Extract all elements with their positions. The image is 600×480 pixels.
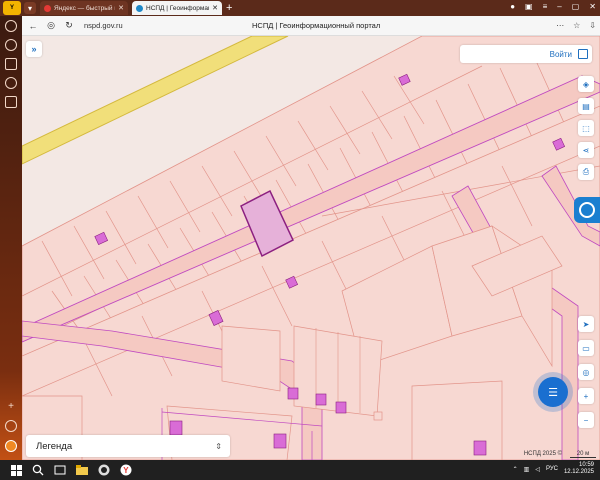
login-label: Войти [549,49,572,59]
app-c-icon[interactable] [98,464,110,476]
alice-icon[interactable] [5,39,17,51]
avatar[interactable] [5,440,17,452]
tab-nspd[interactable]: НСПД | Геоинформационный ✕ [132,1,222,15]
legend-dropdown[interactable]: Легенда ⇕ [26,435,230,457]
map-tools-top: ◈ ▤ ⬚ ⋖ ⎙ [578,76,594,180]
media-icon[interactable] [5,58,17,70]
clock[interactable]: 10:59 12.12.2025 [564,462,594,476]
menu-icon[interactable]: ≡ [543,2,548,11]
svg-text:Y: Y [123,466,129,475]
url-field[interactable]: nspd.gov.ru [84,21,123,30]
cadastral-map[interactable] [22,36,600,460]
clock-date: 12.12.2025 [563,469,594,475]
nspd-favicon-icon [136,4,143,12]
page-title: НСПД | Геоинформационный портал [252,21,381,30]
share-icon[interactable]: ⋖ [578,142,594,158]
address-bar-actions: ⋯ ☆ ⇩ [556,21,596,30]
address-bar: ← ◎ ↻ nspd.gov.ru НСПД | Геоинформационн… [22,16,600,36]
maximize-icon[interactable]: ▢ [572,2,580,11]
chat-fab-button[interactable]: ☰ [538,377,568,407]
zen-icon[interactable] [5,96,17,108]
system-tray: ⌃ ▥ ◁ РУС 10:59 12.12.2025 [513,462,594,476]
windows-taskbar: Y ⌃ ▥ ◁ РУС 10:59 12.12.2025 [0,460,600,480]
messenger-icon[interactable] [5,77,17,89]
downloads-icon[interactable]: ⇩ [589,21,596,30]
more-icon[interactable]: ⋯ [556,21,564,30]
browser-tab-strip: Y ▾ Яндекс — быстрый поиск ✕ НСПД | Геои… [0,0,600,16]
task-view-icon[interactable] [54,464,66,476]
copyright-text: НСПД 2025 © [523,451,562,457]
network-icon[interactable]: ▥ [524,466,530,473]
tray-chevron-icon[interactable]: ⌃ [513,466,518,473]
bookmark-icon[interactable]: ☆ [573,21,580,30]
close-window-icon[interactable]: ✕ [589,2,596,11]
yandex-logo[interactable]: Y [3,1,21,15]
add-icon[interactable]: + [8,401,14,412]
settings-icon[interactable] [5,420,17,432]
volume-icon[interactable]: ◁ [535,466,540,473]
site-info-icon[interactable]: ◎ [44,19,58,33]
clock-time: 10:59 [578,462,594,468]
select-area-icon[interactable]: ⬚ [578,120,594,136]
tab-menu-button[interactable]: ▾ [24,2,36,14]
login-button[interactable]: Войти [460,45,592,63]
layers-icon[interactable]: ◈ [578,76,594,92]
legend-label: Легенда [36,440,73,452]
tab-label: Яндекс — быстрый поиск [54,4,115,12]
info-icon[interactable]: ▤ [578,98,594,114]
bookmarks-icon[interactable]: ▣ [525,2,533,11]
file-explorer-icon[interactable] [76,464,88,476]
zoom-out-button[interactable]: − [578,412,594,428]
assistant-promo-icon[interactable] [574,197,600,223]
minimize-icon[interactable]: – [557,2,561,11]
navigate-icon[interactable]: ➤ [578,316,594,332]
chevron-updown-icon: ⇕ [215,441,222,451]
close-icon[interactable]: ✕ [212,4,218,12]
zoom-in-button[interactable]: + [578,388,594,404]
new-tab-button[interactable]: + [226,2,232,14]
map-attribution: НСПД 2025 © 20 м [524,451,596,458]
back-icon[interactable]: ← [26,19,40,33]
basemap-icon[interactable]: ▭ [578,340,594,356]
scale-bar: 20 м [570,451,596,458]
expand-panel-button[interactable]: » [26,41,42,57]
window-controls: ● ▣ ≡ – ▢ ✕ [510,2,596,11]
browser-sidebar: + [0,16,22,460]
search-icon[interactable] [32,464,44,476]
reload-icon[interactable]: ↻ [62,19,76,33]
login-icon [578,49,588,59]
locate-icon[interactable]: ◎ [578,364,594,380]
map-tools-bottom: ➤ ▭ ◎ + − [578,316,594,428]
tab-label: НСПД | Геоинформационный [146,4,209,12]
profile-icon[interactable]: ● [510,2,515,11]
language-indicator[interactable]: РУС [546,466,558,472]
tab-yandex[interactable]: Яндекс — быстрый поиск ✕ [40,1,128,15]
history-icon[interactable] [5,20,17,32]
close-icon[interactable]: ✕ [118,4,124,12]
print-icon[interactable]: ⎙ [578,164,594,180]
yandex-browser-icon[interactable]: Y [120,464,132,476]
map-canvas[interactable]: » Войти ◈ ▤ ⬚ ⋖ ⎙ ➤ ▭ ◎ + − ☰ Легенда ⇕ … [22,36,600,460]
windows-start-icon[interactable] [10,464,22,476]
yandex-favicon-icon [44,4,51,12]
